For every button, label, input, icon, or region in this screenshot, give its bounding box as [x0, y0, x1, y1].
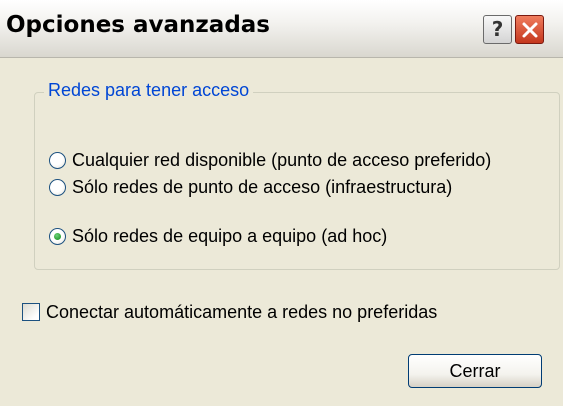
close-button[interactable]: Cerrar [408, 354, 542, 388]
close-x-icon [522, 22, 538, 38]
radio-label: Sólo redes de equipo a equipo (ad hoc) [72, 225, 388, 246]
help-button[interactable]: ? [483, 15, 512, 44]
auto-connect-label: Conectar automáticamente a redes no pref… [46, 301, 438, 322]
radio-button-selected[interactable] [49, 227, 66, 245]
radio-label: Sólo redes de punto de acceso (infraestr… [72, 176, 453, 197]
title-bar[interactable]: Opciones avanzadas ? [0, 0, 563, 58]
close-window-button[interactable] [515, 15, 544, 44]
radio-label: Cualquier red disponible (punto de acces… [72, 149, 492, 170]
groupbox-legend: Redes para tener acceso [44, 80, 254, 101]
radio-button[interactable] [49, 178, 66, 196]
window-title: Opciones avanzadas [6, 12, 270, 38]
radio-adhoc-only[interactable]: Sólo redes de equipo a equipo (ad hoc) [49, 224, 387, 248]
auto-connect-checkbox[interactable] [22, 303, 40, 321]
auto-connect-checkbox-row[interactable]: Conectar automáticamente a redes no pref… [22, 300, 437, 324]
advanced-options-dialog: Opciones avanzadas ? Redes para tener ac… [0, 0, 563, 406]
radio-any-network[interactable]: Cualquier red disponible (punto de acces… [49, 148, 491, 172]
radio-access-point-only[interactable]: Sólo redes de punto de acceso (infraestr… [49, 175, 452, 199]
radio-button[interactable] [49, 151, 66, 169]
